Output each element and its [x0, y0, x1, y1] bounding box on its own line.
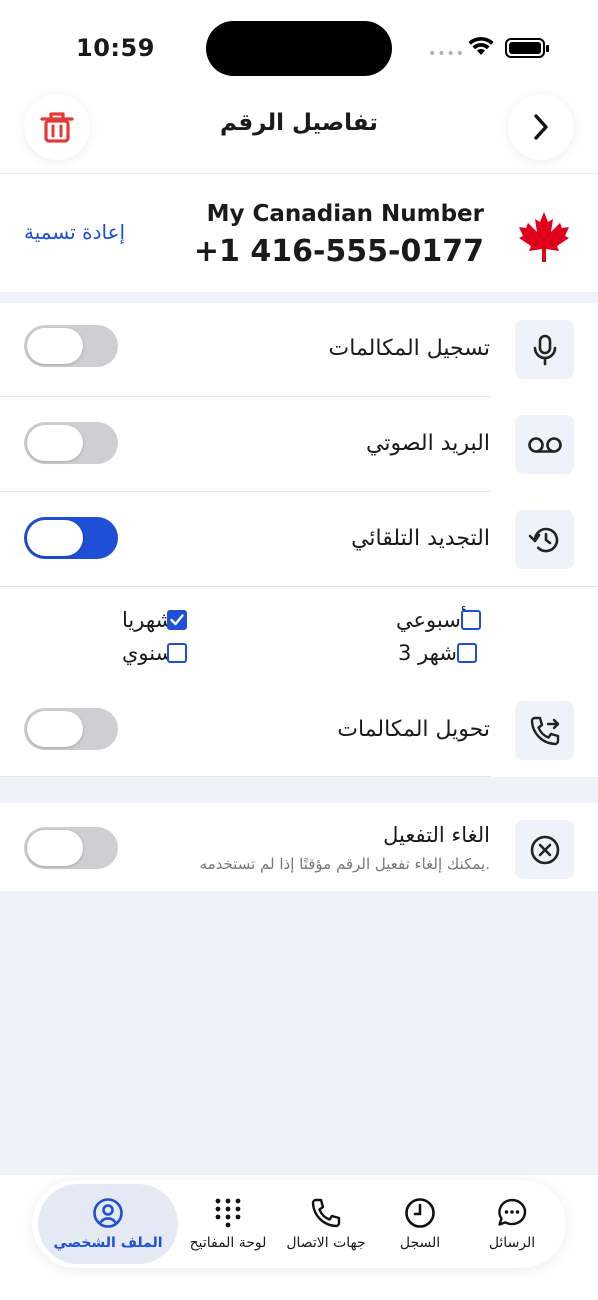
call-recording-row: تسجيل المكالمات [0, 303, 598, 398]
call-recording-toggle[interactable] [24, 325, 118, 367]
option-label: شهريا [122, 608, 174, 632]
voicemail-row: البريد الصوتي [0, 398, 598, 493]
clock-icon [405, 1198, 435, 1228]
chat-icon [498, 1198, 527, 1226]
phone-number: +1 416-555-0177 [193, 234, 484, 269]
nav-profile[interactable]: الملف الشخصي [38, 1184, 178, 1264]
settings-list: تسجيل المكالمات البريد الصوتي التجديد ال… [0, 303, 598, 777]
voicemail-icon [515, 415, 574, 474]
number-label: My Canadian Number [206, 201, 484, 227]
nav-label: الرسائل [488, 1235, 536, 1251]
voicemail-label: البريد الصوتي [366, 431, 490, 456]
phone-forward-icon [515, 701, 574, 760]
auto-renew-row: التجديد التلقائي [0, 493, 598, 588]
status-time: 10:59 [76, 34, 155, 62]
checkbox-icon[interactable] [460, 610, 481, 630]
history-icon [515, 510, 574, 569]
deactivate-title: الغاء التفعيل [383, 823, 490, 847]
cancel-icon [515, 820, 574, 879]
auto-renew-toggle[interactable] [24, 517, 118, 559]
phone-icon [311, 1198, 341, 1228]
wifi-icon [468, 36, 494, 55]
option-label: سنوي [122, 641, 174, 665]
back-button[interactable] [508, 94, 574, 160]
status-bar: 10:59 •••• [0, 0, 598, 90]
deactivate-toggle[interactable] [24, 827, 118, 869]
canada-flag-icon [519, 212, 569, 262]
option-label: 3 اشهر [398, 641, 463, 665]
call-recording-label: تسجيل المكالمات [328, 336, 490, 361]
checkbox-checked-icon[interactable] [167, 610, 188, 630]
call-forwarding-label: تحويل المكالمات [337, 717, 490, 742]
nav-label: السجل [399, 1235, 441, 1251]
nav-contacts[interactable]: جهات الاتصال [278, 1180, 374, 1268]
nav-label: جهات الاتصال [286, 1235, 366, 1251]
option-yearly[interactable]: سنوي [122, 641, 188, 665]
option-monthly[interactable]: شهريا [122, 608, 188, 632]
bottom-nav: الملف الشخصي لوحة المفاتيح جهات الاتصال … [32, 1180, 566, 1268]
call-forwarding-toggle[interactable] [24, 708, 118, 750]
option-label: أسبوعي [396, 608, 467, 632]
checkbox-icon[interactable] [456, 643, 477, 663]
keypad-icon [215, 1198, 241, 1228]
dynamic-island [206, 21, 392, 76]
nav-label: الملف الشخصي [53, 1235, 163, 1251]
deactivate-subtitle: يمكنك إلغاء تفعيل الرقم مؤقتًا إذا لم تس… [199, 855, 490, 873]
checkbox-icon[interactable] [167, 643, 188, 663]
battery-icon [505, 38, 549, 58]
auto-renew-label: التجديد التلقائي [351, 526, 490, 551]
profile-icon [93, 1198, 123, 1228]
option-3-months[interactable]: 3 اشهر [398, 641, 477, 665]
nav-history[interactable]: السجل [374, 1180, 466, 1268]
nav-label: لوحة المفاتيح [189, 1235, 267, 1251]
nav-keypad[interactable]: لوحة المفاتيح [178, 1180, 278, 1268]
header: تفاصيل الرقم [0, 90, 598, 174]
signal-icon: •••• [428, 46, 466, 62]
rename-link[interactable]: إعادة تسمية [24, 220, 125, 244]
deactivate-row: الغاء التفعيل يمكنك إلغاء تفعيل الرقم مؤ… [0, 803, 598, 891]
call-forwarding-row: تحويل المكالمات [0, 683, 598, 778]
chevron-right-icon [534, 114, 548, 140]
number-card: My Canadian Number +1 416-555-0177 إعادة… [0, 174, 598, 292]
option-weekly[interactable]: أسبوعي [396, 608, 481, 632]
microphone-icon [515, 320, 574, 379]
nav-messages[interactable]: الرسائل [466, 1180, 558, 1268]
voicemail-toggle[interactable] [24, 422, 118, 464]
